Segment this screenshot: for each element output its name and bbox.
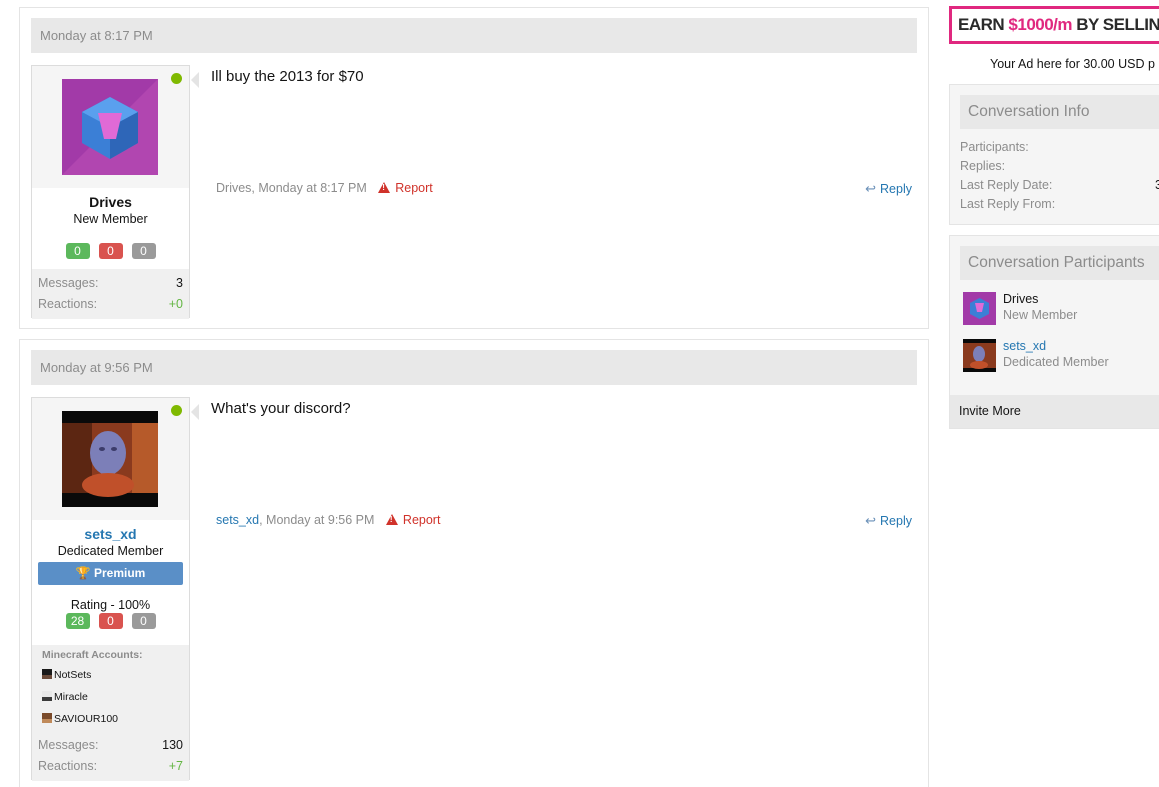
- invite-more-button[interactable]: Invite More: [950, 395, 1159, 428]
- stat-label: Messages:: [38, 276, 99, 290]
- participant-name[interactable]: sets_xd: [1003, 339, 1046, 353]
- stat-label: Messages:: [38, 738, 99, 752]
- avatar-area: [32, 66, 189, 188]
- report-link[interactable]: Report: [385, 513, 441, 527]
- reply-icon: ↩: [865, 181, 877, 196]
- username[interactable]: Drives: [32, 194, 189, 210]
- post-date: Monday at 9:56 PM: [31, 350, 917, 385]
- neutral-rep-badge: 0: [131, 243, 156, 259]
- info-replies: Replies:: [960, 159, 1006, 173]
- message-post: Monday at 8:17 PM Drives New Member 0 0 …: [19, 7, 929, 329]
- trophy-icon: 🏆: [75, 566, 91, 580]
- player-head-icon: [42, 669, 52, 679]
- meta-author[interactable]: sets_xd: [216, 513, 259, 527]
- meta-author[interactable]: Drives: [216, 181, 251, 195]
- participant-title: New Member: [1003, 308, 1078, 322]
- user-title: Dedicated Member: [57, 544, 164, 558]
- ad-banner[interactable]: EARN $1000/m BY SELLING: [949, 6, 1159, 44]
- minecraft-account: NotSets: [42, 667, 179, 689]
- meta-time: , Monday at 8:17 PM: [251, 181, 367, 195]
- block-title: Conversation Info: [960, 95, 1159, 129]
- avatar[interactable]: [963, 339, 996, 372]
- stat-messages: Messages: 130: [38, 735, 183, 756]
- post-date: Monday at 8:17 PM: [31, 18, 917, 53]
- user-card: Drives New Member 0 0 0 Messages: 3 Reac…: [31, 65, 190, 319]
- user-title: New Member: [73, 212, 148, 226]
- minecraft-accounts: Minecraft Accounts: NotSets Miracle SAVI…: [32, 645, 189, 735]
- conversation-info-block: Conversation Info Participants: Replies:…: [949, 84, 1159, 225]
- avatar[interactable]: [963, 292, 996, 325]
- positive-rep-badge: 0: [65, 243, 90, 259]
- block-title: Conversation Participants: [960, 246, 1159, 280]
- negative-rep-badge: 0: [98, 613, 123, 629]
- reputation-row: 0 0 0: [32, 243, 189, 259]
- user-info: sets_xd Dedicated Member 🏆 Premium Ratin…: [32, 520, 189, 645]
- premium-badge: 🏆 Premium: [38, 562, 183, 585]
- neutral-rep-badge: 0: [131, 613, 156, 629]
- participant-item[interactable]: Drives New Member: [950, 286, 1159, 333]
- message-arrow: [191, 72, 199, 88]
- conversation-participants-block: Conversation Participants Drives New Mem…: [949, 235, 1159, 429]
- user-stats: Messages: 130 Reactions: +7: [32, 735, 189, 781]
- message-body: Ill buy the 2013 for $70: [211, 68, 364, 85]
- stat-value: 3: [176, 276, 183, 290]
- warning-icon: [378, 182, 391, 193]
- meta-time: , Monday at 9:56 PM: [259, 513, 375, 527]
- stat-value: +0: [168, 297, 183, 311]
- ad-accent: $1000/m: [1008, 15, 1073, 34]
- user-info: Drives New Member 0 0 0: [32, 188, 189, 269]
- reply-button[interactable]: ↩ Reply: [865, 513, 912, 529]
- user-stats: Messages: 3 Reactions: +0: [32, 269, 189, 319]
- stat-label: Reactions:: [38, 297, 98, 311]
- stat-reactions: Reactions: +7: [38, 756, 183, 777]
- participant-name[interactable]: Drives: [1003, 292, 1038, 306]
- participant-item[interactable]: sets_xd Dedicated Member: [950, 333, 1159, 380]
- avatar-area: [32, 398, 189, 520]
- username[interactable]: sets_xd: [32, 526, 189, 542]
- minecraft-account: Miracle: [42, 689, 179, 711]
- negative-rep-badge: 0: [98, 243, 123, 259]
- report-label: Report: [395, 181, 433, 195]
- post-meta: Drives, Monday at 8:17 PM Report: [216, 181, 433, 195]
- reputation-row: 28 0 0: [32, 613, 189, 629]
- info-last-reply-date: Last Reply Date: 3: [960, 178, 1159, 192]
- avatar[interactable]: [62, 411, 158, 507]
- stat-value: +7: [168, 759, 183, 773]
- premium-label: Premium: [93, 566, 146, 580]
- minecraft-account: SAVIOUR100: [42, 711, 179, 733]
- warning-icon: [385, 514, 398, 525]
- user-card: sets_xd Dedicated Member 🏆 Premium Ratin…: [31, 397, 190, 781]
- minecraft-accounts-title: Minecraft Accounts:: [42, 649, 143, 661]
- online-status-icon: [171, 73, 182, 84]
- report-label: Report: [402, 513, 441, 527]
- reply-label: Reply: [880, 182, 912, 196]
- message-arrow: [191, 404, 199, 420]
- stat-value: 130: [162, 738, 183, 752]
- info-participants: Participants:: [960, 140, 1029, 154]
- post-meta: sets_xd, Monday at 9:56 PM Report: [216, 513, 440, 527]
- stat-label: Reactions:: [38, 759, 98, 773]
- player-head-icon: [42, 691, 52, 701]
- ad-suffix: BY SELLING: [1076, 15, 1159, 34]
- message-body: What's your discord?: [211, 400, 351, 417]
- stat-reactions: Reactions: +0: [38, 294, 183, 315]
- ad-text[interactable]: Your Ad here for 30.00 USD p: [990, 57, 1155, 71]
- rating-text: Rating - 100%: [70, 598, 151, 612]
- report-link[interactable]: Report: [378, 181, 433, 195]
- reply-icon: ↩: [865, 513, 877, 528]
- online-status-icon: [171, 405, 182, 416]
- reply-button[interactable]: ↩ Reply: [865, 181, 912, 197]
- participant-title: Dedicated Member: [1003, 355, 1109, 369]
- info-last-reply-from: Last Reply From:: [960, 197, 1056, 211]
- reply-label: Reply: [880, 514, 912, 528]
- avatar[interactable]: [62, 79, 158, 175]
- ad-prefix: EARN: [958, 15, 1009, 34]
- message-post: Monday at 9:56 PM sets_xd Dedicated Memb…: [19, 339, 929, 787]
- positive-rep-badge: 28: [65, 613, 90, 629]
- stat-messages: Messages: 3: [38, 273, 183, 294]
- player-head-icon: [42, 713, 52, 723]
